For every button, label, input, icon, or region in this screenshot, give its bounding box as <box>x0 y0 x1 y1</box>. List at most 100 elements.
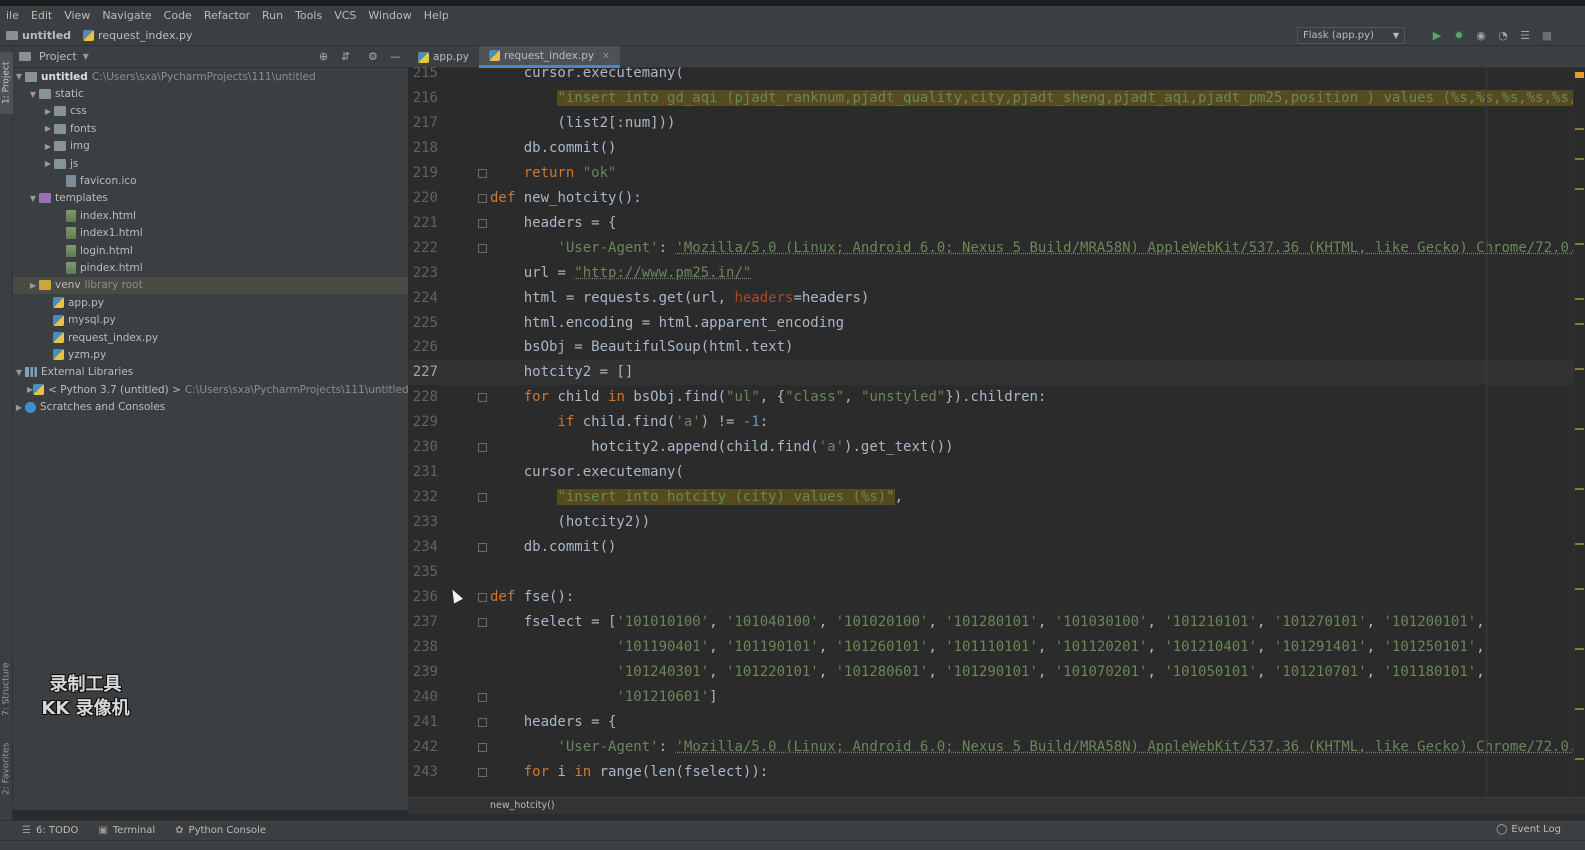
code-line[interactable]: 216 "insert into gd_aqi (pjadt_ranknum,p… <box>408 86 1585 111</box>
stripe-mark[interactable] <box>1575 243 1584 245</box>
project-panel-title[interactable]: Project <box>39 50 77 63</box>
code-line[interactable]: 236 def fse(): <box>408 585 1585 610</box>
collapse-arrow-icon[interactable]: ▶ <box>42 124 54 133</box>
profile-icon[interactable]: ◔ <box>1496 28 1510 42</box>
fold-marker-icon[interactable] <box>478 243 487 253</box>
tree-item-venv[interactable]: ▶ venv library root <box>13 276 408 295</box>
menu-navigate[interactable]: Navigate <box>96 9 157 22</box>
code-line[interactable]: 239 '101240301', '101220101', '101280601… <box>408 660 1585 685</box>
collapse-arrow-icon[interactable]: ▶ <box>42 159 54 168</box>
code-line[interactable]: 215 cursor.executemany( <box>408 67 1585 86</box>
chevron-down-icon[interactable]: ▼ <box>83 52 89 61</box>
stripe-mark[interactable] <box>1575 298 1584 300</box>
menu-help[interactable]: Help <box>418 9 455 22</box>
tree-item-fonts[interactable]: ▶ fonts <box>13 120 408 137</box>
code-line[interactable]: 222 'User-Agent': 'Mozilla/5.0 (Linux; A… <box>408 236 1585 261</box>
stripe-mark[interactable] <box>1575 488 1584 490</box>
expand-arrow-icon[interactable]: ▼ <box>27 90 39 99</box>
python-console-tool-button[interactable]: ✿ Python Console <box>165 825 276 836</box>
stripe-mark[interactable] <box>1575 128 1584 130</box>
fold-marker-icon[interactable] <box>478 767 487 777</box>
run-configuration-select[interactable]: Flask (app.py) ▼ <box>1297 27 1405 44</box>
code-line[interactable]: 219 return "ok" <box>408 161 1585 186</box>
run-icon[interactable]: ▶ <box>1430 28 1444 42</box>
code-line[interactable]: 225 html.encoding = html.apparent_encodi… <box>408 311 1585 336</box>
code-line[interactable]: 235 <box>408 560 1585 585</box>
build-icon[interactable]: ☰ <box>1518 28 1532 42</box>
fold-marker-icon[interactable] <box>478 393 487 403</box>
locate-icon[interactable]: ⊕ <box>319 50 328 63</box>
gear-icon[interactable]: ⚙ <box>368 50 378 63</box>
code-line[interactable]: 232 "insert into hotcity (city) values (… <box>408 485 1585 510</box>
fold-marker-icon[interactable] <box>478 742 487 752</box>
fold-marker-icon[interactable] <box>478 617 487 627</box>
collapse-arrow-icon[interactable]: ▶ <box>42 107 54 116</box>
error-stripe[interactable] <box>1573 68 1585 797</box>
tree-item-pindex-html[interactable]: pindex.html <box>13 259 408 276</box>
tree-item-external-libraries[interactable]: ▼ External Libraries <box>13 364 408 381</box>
menu-run[interactable]: Run <box>256 9 289 22</box>
collapse-arrow-icon[interactable]: ▶ <box>27 281 39 290</box>
breadcrumb-function[interactable]: new_hotcity() <box>490 800 555 811</box>
inspection-status-icon[interactable] <box>1575 72 1584 78</box>
debug-icon[interactable]: ✹ <box>1452 28 1466 42</box>
expand-arrow-icon[interactable]: ▼ <box>27 194 39 203</box>
code-line[interactable]: 243 for i in range(len(fselect)): <box>408 760 1585 785</box>
tree-item-css[interactable]: ▶ css <box>13 103 408 120</box>
coverage-icon[interactable]: ◉ <box>1474 28 1488 42</box>
code-line[interactable]: 224 html = requests.get(url, headers=hea… <box>408 286 1585 311</box>
fold-marker-icon[interactable] <box>478 193 487 203</box>
code-line[interactable]: 223 url = "http://www.pm25.in/" <box>408 261 1585 286</box>
tree-item-index1-html[interactable]: index1.html <box>13 225 408 242</box>
code-area[interactable]: 215 cursor.executemany(216 "insert into … <box>408 67 1585 797</box>
favorites-tool-tab[interactable]: 2: Favorites <box>0 738 13 800</box>
terminal-tool-button[interactable]: ▣ Terminal <box>88 825 165 836</box>
tree-item-static[interactable]: ▼ static <box>13 85 408 102</box>
stripe-mark[interactable] <box>1575 758 1584 760</box>
collapse-all-icon[interactable]: ⇵ <box>341 50 350 63</box>
expand-arrow-icon[interactable]: ▼ <box>13 72 25 81</box>
todo-tool-button[interactable]: ☰ 6: TODO <box>12 825 88 836</box>
tree-item-favicon[interactable]: favicon.ico <box>13 172 408 189</box>
code-line[interactable]: 230 hotcity2.append(child.find('a').get_… <box>408 435 1585 460</box>
code-line[interactable]: 220 def new_hotcity(): <box>408 186 1585 211</box>
tab-app-py[interactable]: app.py <box>408 46 479 68</box>
menu-tools[interactable]: Tools <box>289 9 328 22</box>
stripe-mark[interactable] <box>1575 323 1584 325</box>
menu-view[interactable]: View <box>58 9 96 22</box>
tree-item-app-py[interactable]: app.py <box>13 294 408 311</box>
code-line[interactable]: 228 for child in bsObj.find("ul", {"clas… <box>408 385 1585 410</box>
stripe-mark[interactable] <box>1575 648 1584 650</box>
fold-marker-icon[interactable] <box>478 717 487 727</box>
tree-item-request-index-py[interactable]: request_index.py <box>13 329 408 346</box>
code-line[interactable]: 227 hotcity2 = [] <box>408 360 1585 386</box>
fold-marker-icon[interactable] <box>478 692 487 702</box>
structure-tool-tab[interactable]: 7: Structure <box>0 654 13 724</box>
nav-crumb-project[interactable]: untitled <box>0 29 77 42</box>
nav-crumb-file[interactable]: request_index.py <box>77 29 198 42</box>
menu-refactor[interactable]: Refactor <box>198 9 256 22</box>
event-log-button[interactable]: ◯ Event Log <box>1496 824 1561 835</box>
collapse-arrow-icon[interactable]: ▶ <box>42 142 54 151</box>
tree-item-login-html[interactable]: login.html <box>13 242 408 259</box>
menu-edit[interactable]: Edit <box>25 9 58 22</box>
fold-marker-icon[interactable] <box>478 592 487 602</box>
fold-marker-icon[interactable] <box>478 543 487 553</box>
menu-vcs[interactable]: VCS <box>328 9 362 22</box>
tree-item-mysql-py[interactable]: mysql.py <box>13 311 408 328</box>
stripe-mark[interactable] <box>1575 708 1584 710</box>
stripe-mark[interactable] <box>1575 368 1584 370</box>
stop-icon[interactable]: ■ <box>1540 28 1554 42</box>
code-line[interactable]: 218 db.commit() <box>408 136 1585 161</box>
fold-marker-icon[interactable] <box>478 218 487 228</box>
code-line[interactable]: 221 headers = { <box>408 211 1585 236</box>
code-line[interactable]: 237 fselect = ['101010100', '101040100',… <box>408 610 1585 635</box>
tree-item-img[interactable]: ▶ img <box>13 138 408 155</box>
project-tool-tab[interactable]: 1: Project <box>0 52 13 114</box>
close-icon[interactable]: × <box>602 51 610 61</box>
fold-marker-icon[interactable] <box>478 168 487 178</box>
tree-item-yzm-py[interactable]: yzm.py <box>13 346 408 363</box>
fold-marker-icon[interactable] <box>478 493 487 503</box>
tree-item-python-sdk[interactable]: ▶ < Python 3.7 (untitled) > C:\Users\sxa… <box>13 381 408 398</box>
tree-item-untitled[interactable]: ▼ untitled C:\Users\sxa\PycharmProjects\… <box>13 68 408 85</box>
